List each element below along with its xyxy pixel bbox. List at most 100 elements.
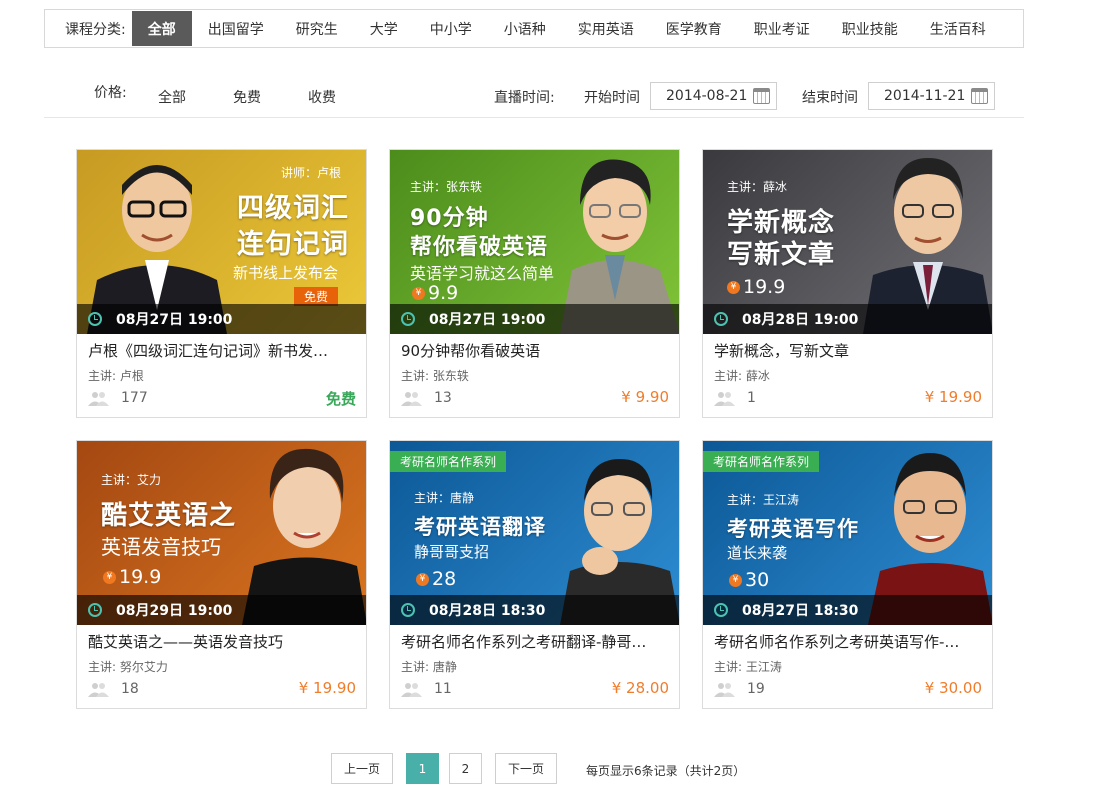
course-price: ¥ 19.90 [298, 679, 356, 697]
live-time-bar: 08月28日 19:00 [703, 304, 992, 334]
thumb-title-line1: 考研英语翻译 [414, 515, 546, 539]
thumb-speaker: 主讲：薛冰 [727, 180, 788, 194]
category-tab-k12[interactable]: 中小学 [414, 11, 488, 46]
clock-icon [88, 312, 102, 326]
thumb-subtitle: 英语发音技巧 [101, 535, 221, 559]
course-thumbnail[interactable]: 考研名师名作系列 主讲：王江涛 考研英语写作 道长来袭 ¥30 08月27日 1… [703, 441, 992, 625]
live-time: 08月27日 19:00 [429, 312, 546, 328]
category-tab-minor-languages[interactable]: 小语种 [488, 11, 562, 46]
course-card[interactable]: 主讲：薛冰 学新概念 写新文章 ¥19.9 08月28日 19:00 学新概念，… [702, 149, 993, 418]
live-time: 08月28日 18:30 [429, 603, 546, 619]
end-date-field[interactable]: 2014-11-21 [868, 82, 995, 110]
category-tab-career-skills[interactable]: 职业技能 [826, 11, 914, 46]
live-time: 08月27日 18:30 [742, 603, 859, 619]
live-time-bar: 08月29日 19:00 [77, 595, 366, 625]
category-tab-study-abroad[interactable]: 出国留学 [192, 11, 280, 46]
course-thumbnail[interactable]: 主讲：艾力 酷艾英语之 英语发音技巧 ¥19.9 08月29日 19:00 [77, 441, 366, 625]
course-title[interactable]: 卢根《四级词汇连句记词》新书发… [88, 340, 356, 361]
course-title[interactable]: 学新概念，写新文章 [714, 340, 982, 361]
page-button-1[interactable]: 1 [406, 753, 439, 784]
category-tab-all[interactable]: 全部 [131, 11, 192, 46]
page-button-2[interactable]: 2 [449, 753, 482, 784]
start-date-field[interactable]: 2014-08-21 [650, 82, 777, 110]
price-filter-label: 价格: [94, 85, 127, 101]
course-card[interactable]: 主讲：艾力 酷艾英语之 英语发音技巧 ¥19.9 08月29日 19:00 酷艾… [76, 440, 367, 709]
category-tab-graduate[interactable]: 研究生 [280, 11, 354, 46]
clock-icon [88, 603, 102, 617]
yuan-coin-icon: ¥ [416, 572, 429, 586]
yuan-coin-icon: ¥ [103, 570, 116, 584]
course-title[interactable]: 考研名师名作系列之考研翻译-静哥… [401, 631, 669, 652]
price-filter-free[interactable]: 免费 [233, 87, 261, 107]
clock-icon [714, 312, 728, 326]
yuan-coin-icon: ¥ [729, 573, 742, 587]
thumb-title-line1: 90分钟 [410, 206, 489, 231]
thumb-title-line1: 四级词汇 [237, 193, 349, 224]
course-price: ¥ 9.90 [621, 388, 669, 406]
calendar-icon[interactable] [753, 88, 770, 104]
course-thumbnail[interactable]: 考研名师名作系列 主讲：唐静 考研英语翻译 静哥哥支招 ¥28 08月28日 1… [390, 441, 679, 625]
thumb-speaker: 主讲：王江涛 [727, 493, 800, 507]
filter-bar: 价格: 全部 免费 收费 直播时间: 开始时间 2014-08-21 结束时间 … [44, 73, 1024, 118]
thumb-title-line2: 写新文章 [727, 240, 836, 270]
category-tab-lifestyle[interactable]: 生活百科 [914, 11, 1002, 46]
course-thumbnail[interactable]: 主讲：薛冰 学新概念 写新文章 ¥19.9 08月28日 19:00 [703, 150, 992, 334]
course-title[interactable]: 酷艾英语之——英语发音技巧 [88, 631, 356, 652]
course-title[interactable]: 考研名师名作系列之考研英语写作-… [714, 631, 982, 652]
course-price: 免费 [325, 390, 356, 408]
start-date-value: 2014-08-21 [666, 88, 748, 104]
thumb-price: ¥30 [729, 569, 769, 591]
course-teacher: 主讲: 卢根 [88, 369, 144, 383]
category-tab-practical-english[interactable]: 实用英语 [562, 11, 650, 46]
thumb-subtitle: 新书线上发布会 [233, 264, 339, 282]
thumb-speaker: 主讲：艾力 [101, 473, 162, 487]
enrollment-count: 177 [121, 390, 148, 406]
thumb-title-line2: 帮你看破英语 [410, 235, 549, 260]
category-bar: 课程分类: 全部 出国留学 研究生 大学 中小学 小语种 实用英语 医学教育 职… [44, 9, 1024, 48]
thumb-title-line1: 考研英语写作 [727, 517, 859, 541]
yuan-coin-icon: ¥ [727, 280, 740, 294]
end-date-value: 2014-11-21 [884, 88, 966, 104]
thumb-subtitle: 静哥哥支招 [414, 543, 490, 561]
course-card[interactable]: 讲师：卢根 四级词汇 连句记词 新书线上发布会 免费 08月27日 19:00 … [76, 149, 367, 418]
start-time-label: 开始时间 [584, 90, 640, 106]
category-tab-certification[interactable]: 职业考证 [738, 11, 826, 46]
enrollment-count: 19 [747, 681, 765, 697]
course-title[interactable]: 90分钟帮你看破英语 [401, 340, 669, 361]
thumb-speaker: 主讲：张东轶 [410, 180, 483, 194]
clock-icon [714, 603, 728, 617]
enrollment-count: 11 [434, 681, 452, 697]
enrollment-count: 13 [434, 390, 452, 406]
category-label: 课程分类: [65, 21, 126, 38]
course-thumbnail[interactable]: 主讲：张东轶 90分钟 帮你看破英语 英语学习就这么简单 ¥9.9 08月27日… [390, 150, 679, 334]
course-price: ¥ 19.90 [924, 388, 982, 406]
course-teacher: 主讲: 努尔艾力 [88, 660, 168, 674]
thumb-title-line2: 连句记词 [237, 229, 349, 260]
calendar-icon[interactable] [971, 88, 988, 104]
thumb-speaker: 主讲：唐静 [414, 491, 475, 505]
thumb-subtitle: 道长来袭 [727, 544, 788, 562]
people-icon [401, 392, 422, 406]
course-card[interactable]: 考研名师名作系列 主讲：王江涛 考研英语写作 道长来袭 ¥30 08月27日 1… [702, 440, 993, 709]
price-filter-paid[interactable]: 收费 [308, 87, 336, 107]
thumb-price: ¥9.9 [412, 282, 458, 304]
category-tab-university[interactable]: 大学 [354, 11, 414, 46]
people-icon [401, 683, 422, 697]
clock-icon [401, 603, 415, 617]
course-price: ¥ 30.00 [924, 679, 982, 697]
price-filter-all[interactable]: 全部 [158, 87, 186, 107]
prev-page-button[interactable]: 上一页 [331, 753, 393, 784]
course-teacher: 主讲: 唐静 [401, 660, 457, 674]
course-card[interactable]: 考研名师名作系列 主讲：唐静 考研英语翻译 静哥哥支招 ¥28 08月28日 1… [389, 440, 680, 709]
course-card[interactable]: 主讲：张东轶 90分钟 帮你看破英语 英语学习就这么简单 ¥9.9 08月27日… [389, 149, 680, 418]
series-badge: 考研名师名作系列 [703, 451, 820, 472]
category-tab-medical[interactable]: 医学教育 [650, 11, 738, 46]
thumb-price: ¥19.9 [727, 276, 785, 298]
course-teacher: 主讲: 张东轶 [401, 369, 469, 383]
next-page-button[interactable]: 下一页 [495, 753, 557, 784]
clock-icon [401, 312, 415, 326]
series-badge: 考研名师名作系列 [390, 451, 507, 472]
course-thumbnail[interactable]: 讲师：卢根 四级词汇 连句记词 新书线上发布会 免费 08月27日 19:00 [77, 150, 366, 334]
thumb-price: ¥28 [416, 568, 456, 590]
thumb-price: ¥19.9 [103, 566, 161, 588]
